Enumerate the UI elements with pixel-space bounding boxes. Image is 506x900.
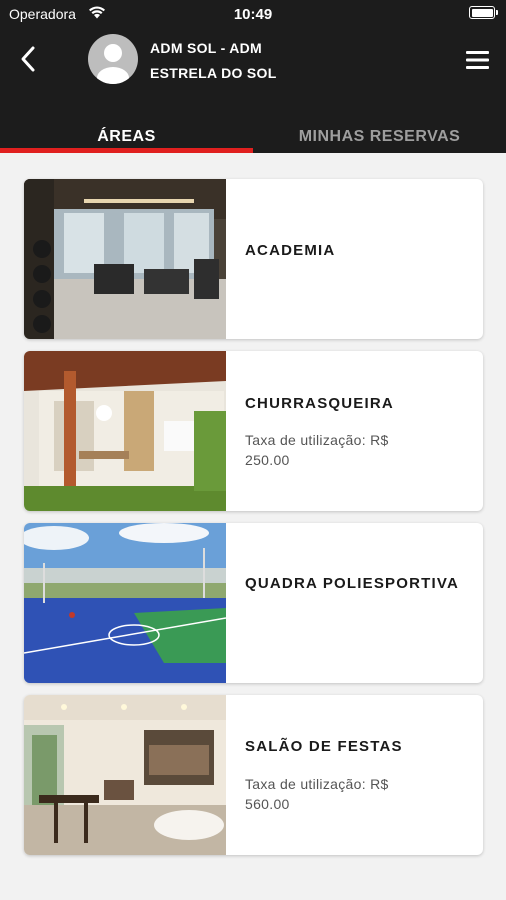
status-time: 10:49 — [233, 6, 273, 23]
quadra-photo — [24, 523, 226, 683]
tab-minhas-reservas[interactable]: MINHAS RESERVAS — [253, 120, 506, 153]
app-header: Operadora 10:49 ADM SOL - ADM ESTRELA DO… — [0, 0, 506, 153]
churrasqueira-photo — [24, 351, 226, 511]
status-bar: Operadora 10:49 — [0, 0, 506, 28]
active-tab-indicator — [0, 148, 253, 153]
hamburger-menu-icon[interactable] — [463, 48, 493, 72]
condominium-name: ESTRELA DO SOL — [150, 65, 277, 81]
area-card-salao-de-festas[interactable]: SALÃO DE FESTAS Taxa de utilização: R$ 5… — [24, 695, 483, 855]
academia-photo — [24, 179, 226, 339]
area-title: SALÃO DE FESTAS — [245, 738, 403, 755]
battery-tip — [496, 10, 498, 15]
salao-de-festas-photo — [24, 695, 226, 855]
area-title: ACADEMIA — [245, 242, 336, 259]
battery-icon — [469, 6, 495, 19]
area-fee: Taxa de utilização: R$ 560.00 — [245, 776, 389, 812]
area-fee: Taxa de utilização: R$ 250.00 — [245, 432, 389, 468]
area-title: CHURRASQUEIRA — [245, 395, 394, 412]
area-card-churrasqueira[interactable]: CHURRASQUEIRA Taxa de utilização: R$ 250… — [24, 351, 483, 511]
area-title: QUADRA POLIESPORTIVA — [245, 575, 460, 592]
user-name: ADM SOL - ADM — [150, 40, 263, 56]
area-card-quadra-poliesportiva[interactable]: QUADRA POLIESPORTIVA — [24, 523, 483, 683]
back-arrow-icon[interactable] — [14, 44, 44, 74]
user-avatar-icon — [88, 34, 138, 84]
area-card-academia[interactable]: ACADEMIA — [24, 179, 483, 339]
